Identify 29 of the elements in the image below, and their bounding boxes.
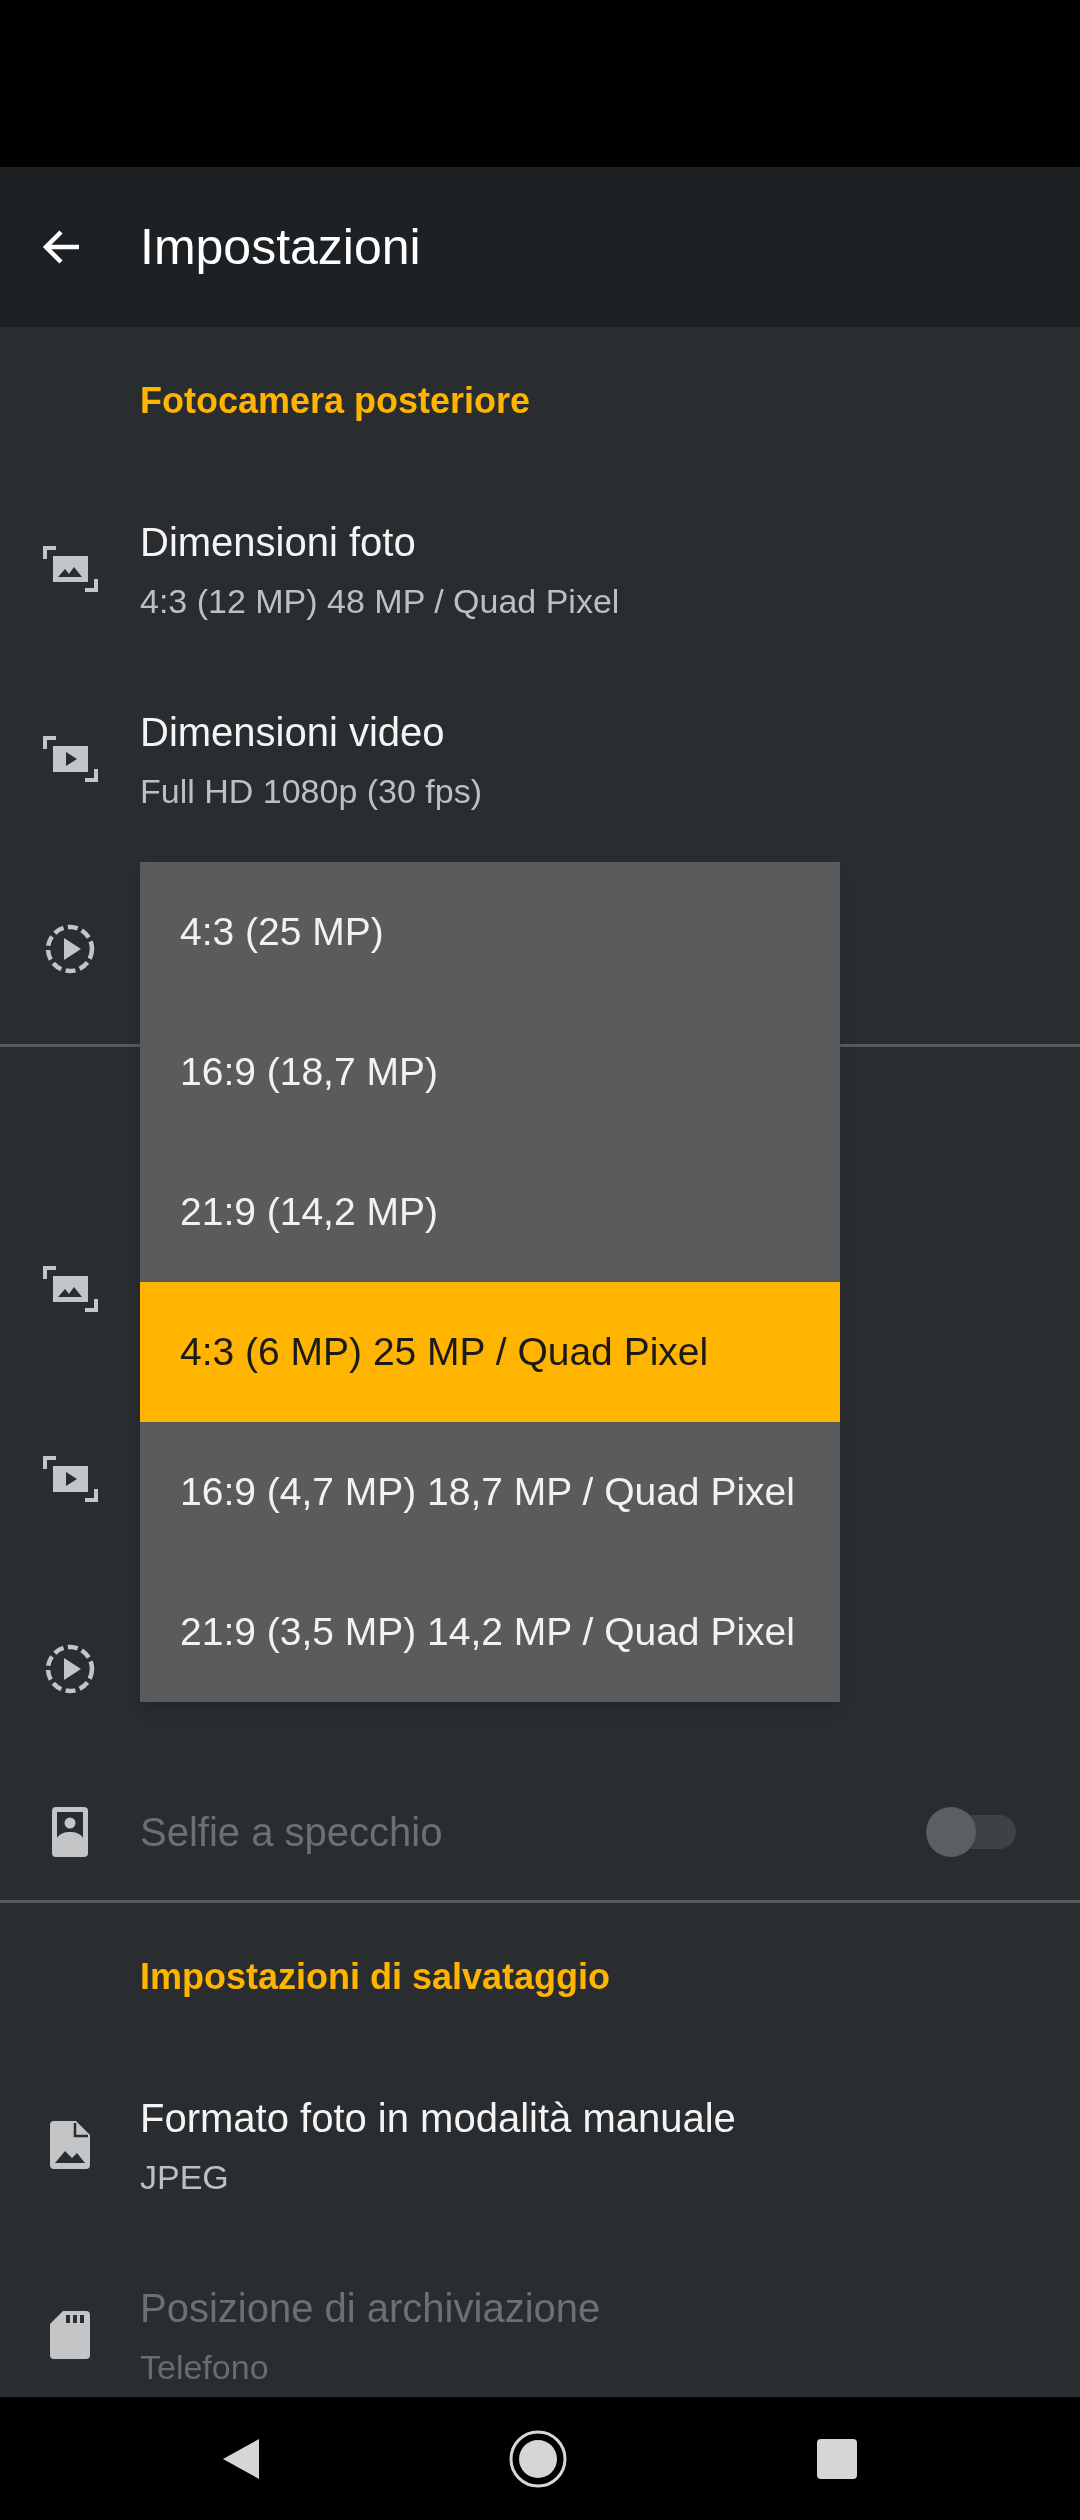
back-arrow-icon <box>41 228 81 266</box>
dropdown-option[interactable]: 16:9 (4,7 MP) 18,7 MP / Quad Pixel <box>140 1422 840 1562</box>
dropdown-option[interactable]: 4:3 (25 MP) <box>140 862 840 1002</box>
dashed-play-circle-icon <box>45 924 95 974</box>
image-file-icon <box>50 2121 90 2169</box>
setting-value: 4:3 (12 MP) 48 MP / Quad Pixel <box>140 580 621 621</box>
dashed-play-circle-icon <box>45 1644 95 1694</box>
setting-title[interactable]: Formato foto in modalità manuale <box>140 2093 1080 2142</box>
recents-icon[interactable] <box>817 2438 857 2479</box>
dropdown-option[interactable]: 4:3 (6 MP) 25 MP / Quad Pixel <box>140 1282 840 1422</box>
setting-value: Telefono <box>140 2346 270 2387</box>
framed-play-icon <box>42 736 98 782</box>
back-icon[interactable] <box>223 2438 259 2479</box>
portrait-icon <box>52 1807 88 1857</box>
framed-image-icon <box>42 546 98 592</box>
framed-image-icon <box>42 1266 98 1312</box>
home-icon[interactable] <box>509 2429 567 2488</box>
dropdown-option[interactable]: 21:9 (3,5 MP) 14,2 MP / Quad Pixel <box>140 1562 840 1702</box>
dropdown-option[interactable]: 21:9 (14,2 MP) <box>140 1142 840 1282</box>
setting-value: Full HD 1080p (30 fps) <box>140 770 484 811</box>
setting-title[interactable]: Dimensioni video <box>140 707 1080 756</box>
section-header: Impostazioni di salvataggio <box>140 1954 611 1999</box>
screen-title: Impostazioni <box>140 218 421 277</box>
setting-value: JPEG <box>140 2156 230 2197</box>
sd-card-icon <box>50 2311 90 2359</box>
setting-title[interactable]: Dimensioni foto <box>140 517 1080 566</box>
dropdown-option[interactable]: 16:9 (18,7 MP) <box>140 1002 840 1142</box>
framed-play-icon <box>42 1456 98 1502</box>
section-header: Fotocamera posteriore <box>140 378 531 423</box>
